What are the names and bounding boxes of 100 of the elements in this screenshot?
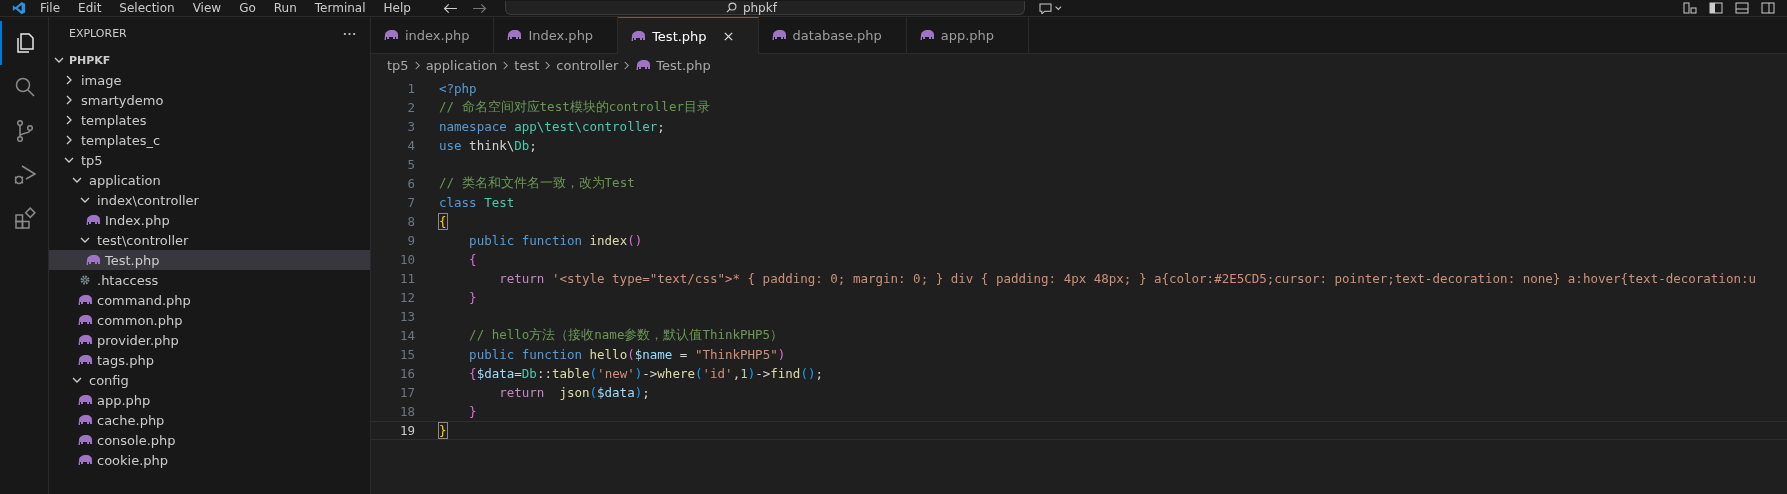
line-number: 12 [398,290,415,305]
forward-arrow-icon[interactable] [471,2,487,14]
explorer-item[interactable]: .htaccess [49,270,370,290]
menu-item[interactable]: Terminal [314,1,366,15]
php-file-icon [383,29,399,41]
code-line: return '<style type="text/css">* { padding: 0; margin: 0; } div { padding: 4px 48px; } a{color:#2E5CD5;cursor: pointer;text-decoration: none} a:hover{text-decoration:u [498,271,1756,286]
explorer-item[interactable]: tags.php [49,350,370,370]
search-icon [725,2,737,13]
workspace-folder[interactable]: PHPKF [49,50,370,70]
folder-item[interactable]: application [49,170,370,190]
code-line: return json($data); [498,385,650,400]
php-file-icon [77,334,93,346]
sidebar-toggle-icon[interactable] [1709,2,1723,14]
folder-item[interactable]: index\controller [49,190,370,210]
menu-item[interactable]: Help [383,1,411,15]
editor-tab[interactable]: app.php [906,17,1029,53]
code-line: {$data=Db::table('new')->where('id',1)->find(); [468,366,823,381]
code-line: // 类名和文件名一致，改为Test [439,175,635,192]
php-file-icon [770,29,787,41]
app-logo-icon [12,1,26,15]
line-number: 16 [398,366,415,381]
explorer-item[interactable]: cache.php [49,410,370,430]
php-file-icon [77,394,93,406]
breadcrumb-item[interactable]: test [514,57,540,73]
editor-tab[interactable]: database.php [758,17,907,53]
php-file-icon [630,30,647,42]
line-number: 9 [406,233,415,248]
code-line: } [468,404,477,419]
php-file-icon [635,59,652,71]
menu-item[interactable]: Edit [78,1,102,15]
explorer-item[interactable]: cookie.php [49,450,370,470]
php-file-icon [85,214,101,226]
line-number: 15 [398,347,415,362]
code-line: public function hello($name = "ThinkPHP5") [468,347,786,362]
explorer-item[interactable]: common.php [49,310,370,330]
code-line: // 命名空间对应test模块的controller目录 [439,99,710,116]
php-file-icon [77,414,93,426]
line-number: 17 [398,385,415,400]
line-number: 5 [406,157,415,172]
chevron-icon [502,59,510,71]
menu-item[interactable]: Selection [119,1,175,15]
php-file-icon [77,454,93,466]
php-file-icon [918,29,935,41]
explorer-item[interactable]: app.php [49,390,370,410]
back-arrow-icon[interactable] [442,2,458,14]
chevron-icon [623,59,631,71]
line-number: 19 [398,423,415,438]
folder-item[interactable]: tp5 [49,150,370,170]
panel-toggle-icon[interactable] [1735,2,1749,14]
line-number: 10 [398,252,415,267]
editor-tab[interactable]: index.php [371,17,495,53]
folder-item[interactable]: smartydemo [49,90,370,110]
line-number: 7 [406,195,415,210]
menu-item[interactable]: Run [273,1,297,15]
code-line: public function index() [468,233,643,248]
more-icon[interactable] [343,31,356,36]
folder-item[interactable]: templates_c [49,130,370,150]
line-number: 4 [406,138,415,153]
folder-item[interactable]: image [49,70,370,90]
folder-item[interactable]: config [49,370,370,390]
menu-item[interactable]: View [192,1,222,15]
folder-item[interactable]: test\controller [49,230,370,250]
line-number: 2 [406,100,415,115]
line-number: 8 [406,214,415,229]
breadcrumb-item[interactable]: tp5 [387,57,409,73]
php-file-icon [85,254,101,266]
menu-item[interactable]: Go [239,1,256,15]
explorer-item[interactable]: command.php [49,290,370,310]
chevron-icon [544,59,552,71]
code-line: { [439,214,447,229]
explorer-item[interactable]: Index.php [49,210,370,230]
breadcrumb-item[interactable]: application [425,57,498,73]
code-line: { [468,252,477,267]
php-file-icon [506,29,523,41]
editor-tab[interactable]: Test.php [618,17,759,54]
breadcrumb-item[interactable]: Test.php [656,57,711,73]
line-number: 3 [406,119,415,134]
layout-icon[interactable] [1683,2,1697,14]
explorer-item[interactable]: provider.php [49,330,370,350]
explorer-item[interactable]: console.php [49,430,370,450]
code-line: <?php [439,81,477,96]
breadcrumb-item[interactable]: controller [556,57,619,73]
folder-item[interactable]: templates [49,110,370,130]
close-icon[interactable] [722,30,734,42]
line-number: 14 [398,328,415,343]
line-number: 1 [406,81,415,96]
line-number: 13 [398,309,415,324]
code-line: namespace app\test\controller; [439,119,665,134]
php-file-icon [77,294,93,306]
code-line: } [468,290,477,305]
php-file-icon [77,434,93,446]
explorer-item[interactable]: Test.php [49,250,370,270]
chat-icon[interactable] [1038,2,1063,14]
chevron-icon [413,59,421,71]
menu-item[interactable]: File [40,1,61,15]
line-number: 11 [398,271,415,286]
search-field[interactable]: phpkf [504,1,1025,15]
php-file-icon [77,314,93,326]
code-line: use think\Db; [439,138,537,153]
secondary-sidebar-icon[interactable] [1761,2,1775,14]
